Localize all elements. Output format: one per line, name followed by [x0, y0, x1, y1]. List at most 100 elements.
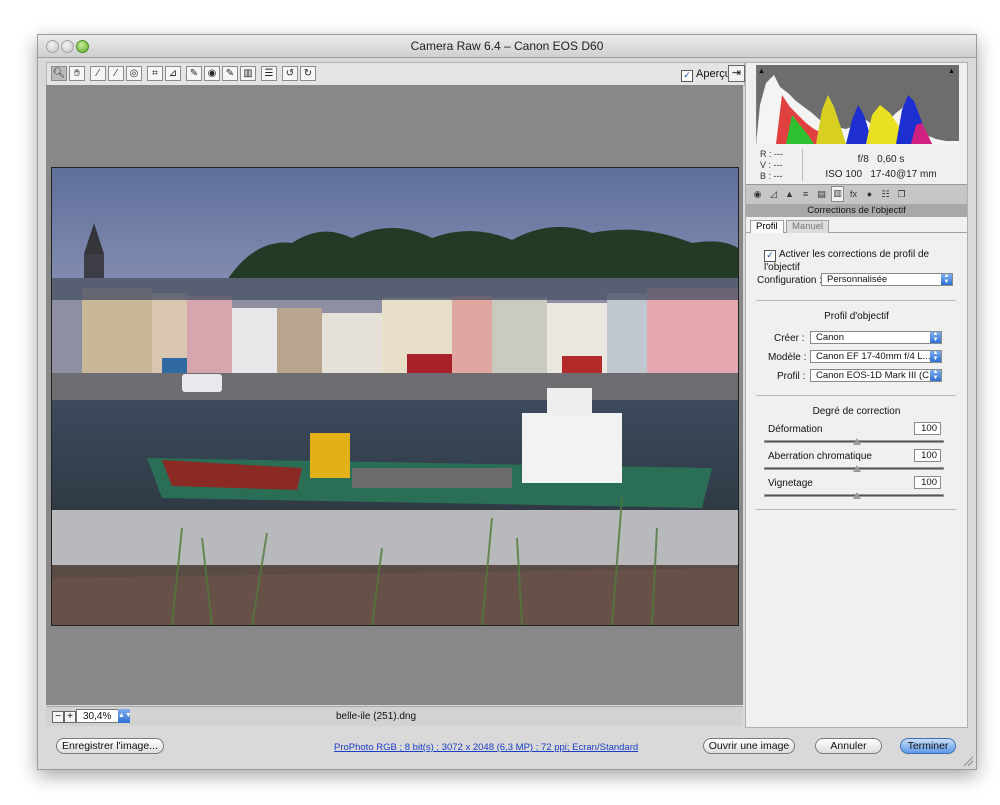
updown-arrow-icon: ▲▼ [941, 274, 952, 285]
plus-icon: + [67, 711, 73, 722]
tool-strip: 🔍︎ ✋︎ ⁄ ⁄ ◎ ⌗ ⊿ ✎ ◉ ✎ ▥ ☰ ↺ ↻ ✓ Aperçu ⇥ [46, 62, 745, 86]
profile-label: Profil : [777, 371, 806, 382]
distortion-value-field[interactable]: 100 [914, 422, 941, 435]
basic-tab-icon[interactable]: ◉ [751, 188, 764, 201]
targeted-adjustment-tool-icon: ◎ [129, 68, 139, 79]
info-divider [802, 149, 803, 181]
preview-canvas[interactable] [46, 85, 743, 705]
histogram: ▲ ▲ [756, 65, 959, 144]
effects-tab-icon[interactable]: fx [847, 188, 860, 201]
configuration-select[interactable]: Personnalisée ▲ ▼ [821, 273, 953, 286]
tone-curve-tab-icon[interactable]: ◿ [767, 188, 780, 201]
preferences-tool-icon: ☰ [264, 68, 274, 79]
presets-tab-icon[interactable]: ☷ [879, 188, 892, 201]
preview-checkbox[interactable]: ✓ Aperçu [681, 68, 731, 82]
v-label: V : [760, 160, 772, 170]
profile-value: Canon EOS-1D Mark III (C... [816, 370, 937, 381]
zoom-level-select[interactable]: 30,4% ▲▼ [76, 709, 132, 723]
exif-info: f/8 0,60 s ISO 100 17-40@17 mm [806, 152, 956, 182]
highlight-clipping-warning-icon[interactable]: ▲ [948, 68, 956, 75]
hand-tool-icon: ✋︎ [74, 68, 80, 79]
aperture-value: f/8 [857, 154, 869, 165]
resize-grip-icon[interactable] [963, 756, 973, 766]
adjustments-panel: ▲ ▲ R : --- V : --- B : --- f/8 0,60 s I… [745, 62, 968, 728]
chromatic-aberration-label: Aberration chromatique [768, 451, 872, 462]
rotate-cw-tool-button[interactable]: ↻ [300, 66, 316, 81]
config-label: Configuration : [757, 275, 823, 286]
model-select[interactable]: Canon EF 17-40mm f/4 L... ▲ ▼ [810, 350, 942, 363]
white-balance-tool-button[interactable]: ⁄ [90, 66, 106, 81]
color-sampler-tool-button[interactable]: ⁄ [108, 66, 124, 81]
done-button[interactable]: Terminer [900, 738, 956, 754]
rotate-cw-tool-icon: ↻ [303, 68, 313, 79]
title-bar: Camera Raw 6.4 – Canon EOS D60 [38, 35, 976, 58]
panel-title: Corrections de l'objectif [746, 204, 967, 217]
crop-tool-button[interactable]: ⌗ [147, 66, 163, 81]
lens-subtabs: Profil Manuel [746, 218, 967, 233]
hsl-tab-icon[interactable]: ≡ [799, 188, 812, 201]
red-eye-tool-icon: ◉ [207, 68, 217, 79]
model-value: Canon EF 17-40mm f/4 L... [816, 351, 931, 362]
adjustment-brush-tool-button[interactable]: ✎ [222, 66, 238, 81]
spot-removal-tool-button[interactable]: ✎ [186, 66, 202, 81]
lens-corrections-tab-icon[interactable]: ▥ [831, 186, 844, 202]
preferences-tool-button[interactable]: ☰ [261, 66, 277, 81]
v-value: --- [773, 160, 783, 170]
graduated-filter-tool-button[interactable]: ▥ [240, 66, 256, 81]
white-balance-tool-icon: ⁄ [97, 68, 99, 79]
vignetting-slider-thumb[interactable] [853, 492, 861, 499]
save-image-button[interactable]: Enregistrer l'image... [56, 738, 164, 754]
distortion-slider-thumb[interactable] [853, 438, 861, 445]
configuration-value: Personnalisée [827, 274, 888, 285]
targeted-adjustment-tool-button[interactable]: ◎ [126, 66, 142, 81]
minus-icon: − [55, 711, 61, 722]
camera-raw-window: Camera Raw 6.4 – Canon EOS D60 🔍︎ ✋︎ ⁄ ⁄ ◎ ⌗ ⊿… [37, 34, 977, 770]
straighten-tool-icon: ⊿ [168, 68, 178, 79]
fullscreen-toggle-button[interactable]: ⇥ [728, 65, 745, 82]
camera-calibration-tab-icon[interactable]: ● [863, 188, 876, 201]
maker-value: Canon [816, 332, 844, 343]
rgb-readout: R : --- V : --- B : --- [760, 149, 783, 182]
expand-icon: ⇥ [731, 67, 742, 79]
updown-arrow-icon: ▲▼ [930, 332, 941, 343]
maker-label: Créer : [774, 333, 805, 344]
color-sampler-tool-icon: ⁄ [115, 68, 117, 79]
rotate-ccw-tool-button[interactable]: ↺ [282, 66, 298, 81]
r-label: R : [760, 149, 772, 159]
straighten-tool-button[interactable]: ⊿ [165, 66, 181, 81]
preview-check-icon: ✓ [681, 70, 693, 82]
enable-profile-corrections-checkbox[interactable]: ✓ Activer les corrections de profil de l'… [764, 249, 967, 273]
workflow-options-link[interactable]: ProPhoto RGB ; 8 bit(s) ; 3072 x 2048 (6… [334, 742, 638, 753]
zoom-level-value: 30,4% [83, 711, 112, 722]
chromatic-aberration-value-field[interactable]: 100 [914, 449, 941, 462]
preview-label: Aperçu [696, 68, 731, 80]
shadow-clipping-warning-icon[interactable]: ▲ [758, 68, 766, 75]
updown-arrow-icon: ▲▼ [118, 709, 132, 723]
open-image-button[interactable]: Ouvrir une image [703, 738, 795, 754]
maker-select[interactable]: Canon ▲ ▼ [810, 331, 942, 344]
enable-check-icon: ✓ [764, 250, 776, 262]
rotate-ccw-tool-icon: ↺ [285, 68, 295, 79]
chromatic-aberration-slider-thumb[interactable] [853, 465, 861, 472]
model-label: Modèle : [768, 352, 807, 363]
tab-profil[interactable]: Profil [750, 220, 784, 233]
correction-amount-header: Degré de correction [812, 406, 901, 417]
adjustment-brush-tool-icon: ✎ [225, 68, 235, 79]
split-toning-tab-icon[interactable]: ▤ [815, 188, 828, 201]
vignetting-value-field[interactable]: 100 [914, 476, 941, 489]
snapshots-tab-icon[interactable]: ❐ [895, 188, 908, 201]
hand-tool-button[interactable]: ✋︎ [69, 66, 85, 81]
r-value: --- [774, 149, 784, 159]
tab-manuel[interactable]: Manuel [786, 220, 830, 233]
zoom-out-button[interactable]: − [52, 711, 64, 723]
red-eye-tool-button[interactable]: ◉ [204, 66, 220, 81]
crop-tool-icon: ⌗ [152, 68, 158, 79]
detail-tab-icon[interactable]: ▲ [783, 188, 796, 201]
cancel-button[interactable]: Annuler [815, 738, 882, 754]
enable-profile-corrections-label: Activer les corrections de profil de l'o… [764, 249, 930, 273]
profile-select[interactable]: Canon EOS-1D Mark III (C... ▲ ▼ [810, 369, 942, 382]
zoom-in-button[interactable]: + [64, 711, 76, 723]
updown-arrow-icon: ▲▼ [930, 370, 941, 381]
zoom-tool-button[interactable]: 🔍︎ [51, 66, 67, 81]
preview-status-bar: − + 30,4% ▲▼ belle-ile (251).dng [46, 706, 743, 726]
